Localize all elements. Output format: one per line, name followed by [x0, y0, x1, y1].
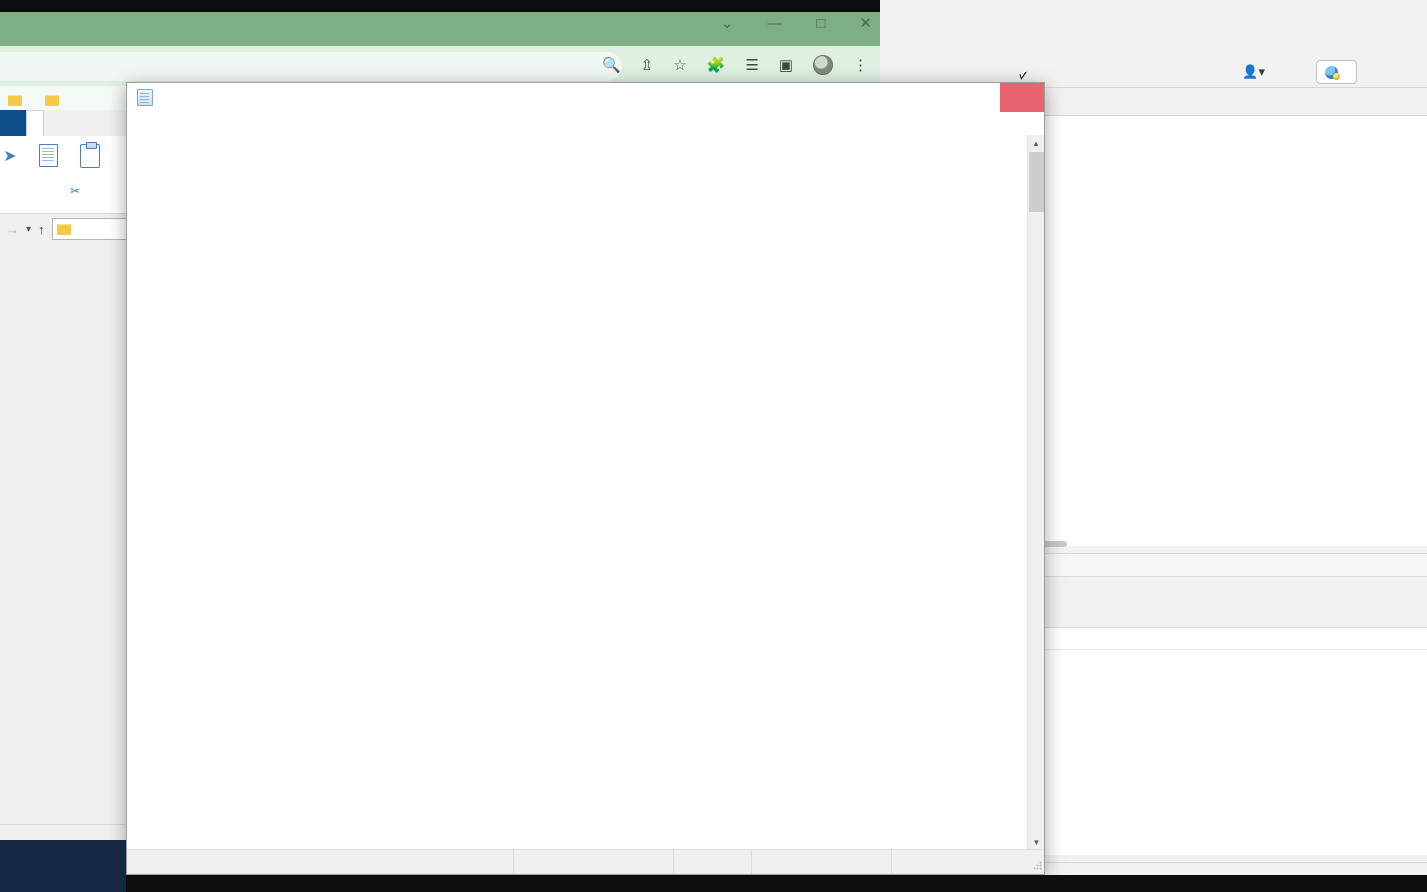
tab-search-chevron-icon[interactable]: ⌄: [721, 14, 734, 32]
maximize-icon[interactable]: □: [816, 15, 825, 32]
maximize-button[interactable]: [954, 83, 1000, 112]
taskbar-tooltip: [700, 875, 760, 892]
explorer-navigation-pane[interactable]: [0, 244, 127, 814]
privacy-banner-text[interactable]: [0, 886, 5, 892]
bookmark-adv[interactable]: [8, 94, 27, 106]
forward-arrow-icon[interactable]: →: [6, 222, 19, 237]
chrome-window-controls[interactable]: ⌄ — □ ✕: [721, 14, 872, 33]
explorer-ribbon-tabs[interactable]: [0, 110, 127, 136]
file-explorer-window[interactable]: ➤ ✂ → ▾ ↑: [0, 110, 128, 850]
pycharm-menu-tools[interactable]: [962, 41, 978, 45]
pycharm-menu-vcs[interactable]: [978, 41, 994, 45]
address-bar[interactable]: [0, 52, 622, 81]
close-button[interactable]: [1000, 83, 1044, 112]
python-config-icon: [1325, 65, 1340, 80]
extensions-puzzle-icon[interactable]: 🧩: [707, 56, 726, 74]
resize-grip-icon[interactable]: [1033, 861, 1043, 871]
paste-icon[interactable]: [70, 142, 110, 168]
chrome-menu-icon[interactable]: ⋮: [853, 56, 868, 74]
ribbon-tab-share[interactable]: [44, 110, 60, 136]
search-icon[interactable]: 🔍: [602, 56, 621, 74]
pycharm-menubar[interactable]: [880, 30, 1427, 56]
notepad-window-controls[interactable]: [908, 83, 1044, 112]
pin-arrow-icon: ➤: [3, 148, 17, 165]
pycharm-menu-code[interactable]: [914, 41, 930, 45]
notepad-window[interactable]: ▲ ▼: [126, 82, 1045, 875]
pycharm-menu-run[interactable]: [946, 41, 962, 45]
bookmark-star-icon[interactable]: ☆: [673, 56, 686, 74]
ribbon-tab-file[interactable]: [0, 110, 26, 136]
copy-icon[interactable]: [28, 144, 68, 167]
statusbar-line-ending: [751, 849, 891, 874]
bookmark-in-progress[interactable]: [45, 94, 64, 106]
notepad-icon: [137, 89, 153, 106]
history-chevron-icon[interactable]: ▾: [26, 224, 31, 235]
share-icon[interactable]: ⇫: [641, 56, 654, 74]
address-path[interactable]: [51, 218, 127, 240]
pycharm-menu-navigate[interactable]: [898, 41, 914, 45]
notepad-menu-edit[interactable]: [147, 122, 163, 126]
notepad-menubar[interactable]: [127, 112, 1044, 135]
screen: 👤▾ ✕ ✕ ✕: [0, 0, 1427, 892]
minimize-button[interactable]: [908, 83, 954, 112]
folder-icon: [45, 94, 59, 106]
notepad-menu-format[interactable]: [163, 122, 179, 126]
ribbon-tab-home[interactable]: [26, 110, 44, 136]
statusbar-zoom[interactable]: [673, 849, 751, 874]
notepad-menu-help[interactable]: [195, 122, 211, 126]
scissors-icon[interactable]: ✂: [70, 184, 80, 198]
pycharm-menu-help[interactable]: [1010, 41, 1026, 45]
titlebar-shadow: [0, 0, 880, 12]
run-configuration-selector[interactable]: [1316, 60, 1357, 84]
folder-icon: [56, 223, 71, 235]
side-panel-icon[interactable]: ▣: [779, 56, 793, 74]
statusbar-encoding: [891, 849, 1044, 874]
privacy-policy-banner: [0, 840, 126, 892]
scrollbar-thumb[interactable]: [1029, 152, 1044, 212]
omnibox-action-icons[interactable]: 🔍 ⇫ ☆ 🧩 ☰ ▣ ⋮: [602, 55, 868, 75]
explorer-ribbon[interactable]: ➤ ✂: [0, 136, 127, 214]
explorer-address-bar[interactable]: → ▾ ↑: [0, 214, 127, 244]
reading-list-icon[interactable]: ☰: [745, 56, 758, 74]
notepad-statusbar: [127, 849, 1044, 874]
pycharm-menu-view[interactable]: [882, 41, 898, 45]
pycharm-menu-window[interactable]: [994, 41, 1010, 45]
pycharm-menu-refactor[interactable]: [930, 41, 946, 45]
share-person-icon[interactable]: 👤▾: [1242, 64, 1265, 80]
folder-icon: [8, 94, 22, 106]
up-arrow-icon[interactable]: ↑: [38, 222, 45, 237]
close-icon[interactable]: ✕: [859, 14, 872, 32]
minimize-icon[interactable]: —: [767, 15, 782, 32]
notepad-menu-view[interactable]: [179, 122, 195, 126]
notepad-menu-file[interactable]: [131, 122, 147, 126]
notepad-titlebar[interactable]: [127, 83, 1044, 112]
notepad-vertical-scrollbar[interactable]: ▲ ▼: [1027, 135, 1044, 851]
notepad-text-area[interactable]: [127, 135, 1029, 851]
scroll-up-arrow-icon[interactable]: ▲: [1028, 135, 1044, 152]
profile-avatar[interactable]: [813, 55, 833, 75]
statusbar-cursor-position: [513, 849, 673, 874]
